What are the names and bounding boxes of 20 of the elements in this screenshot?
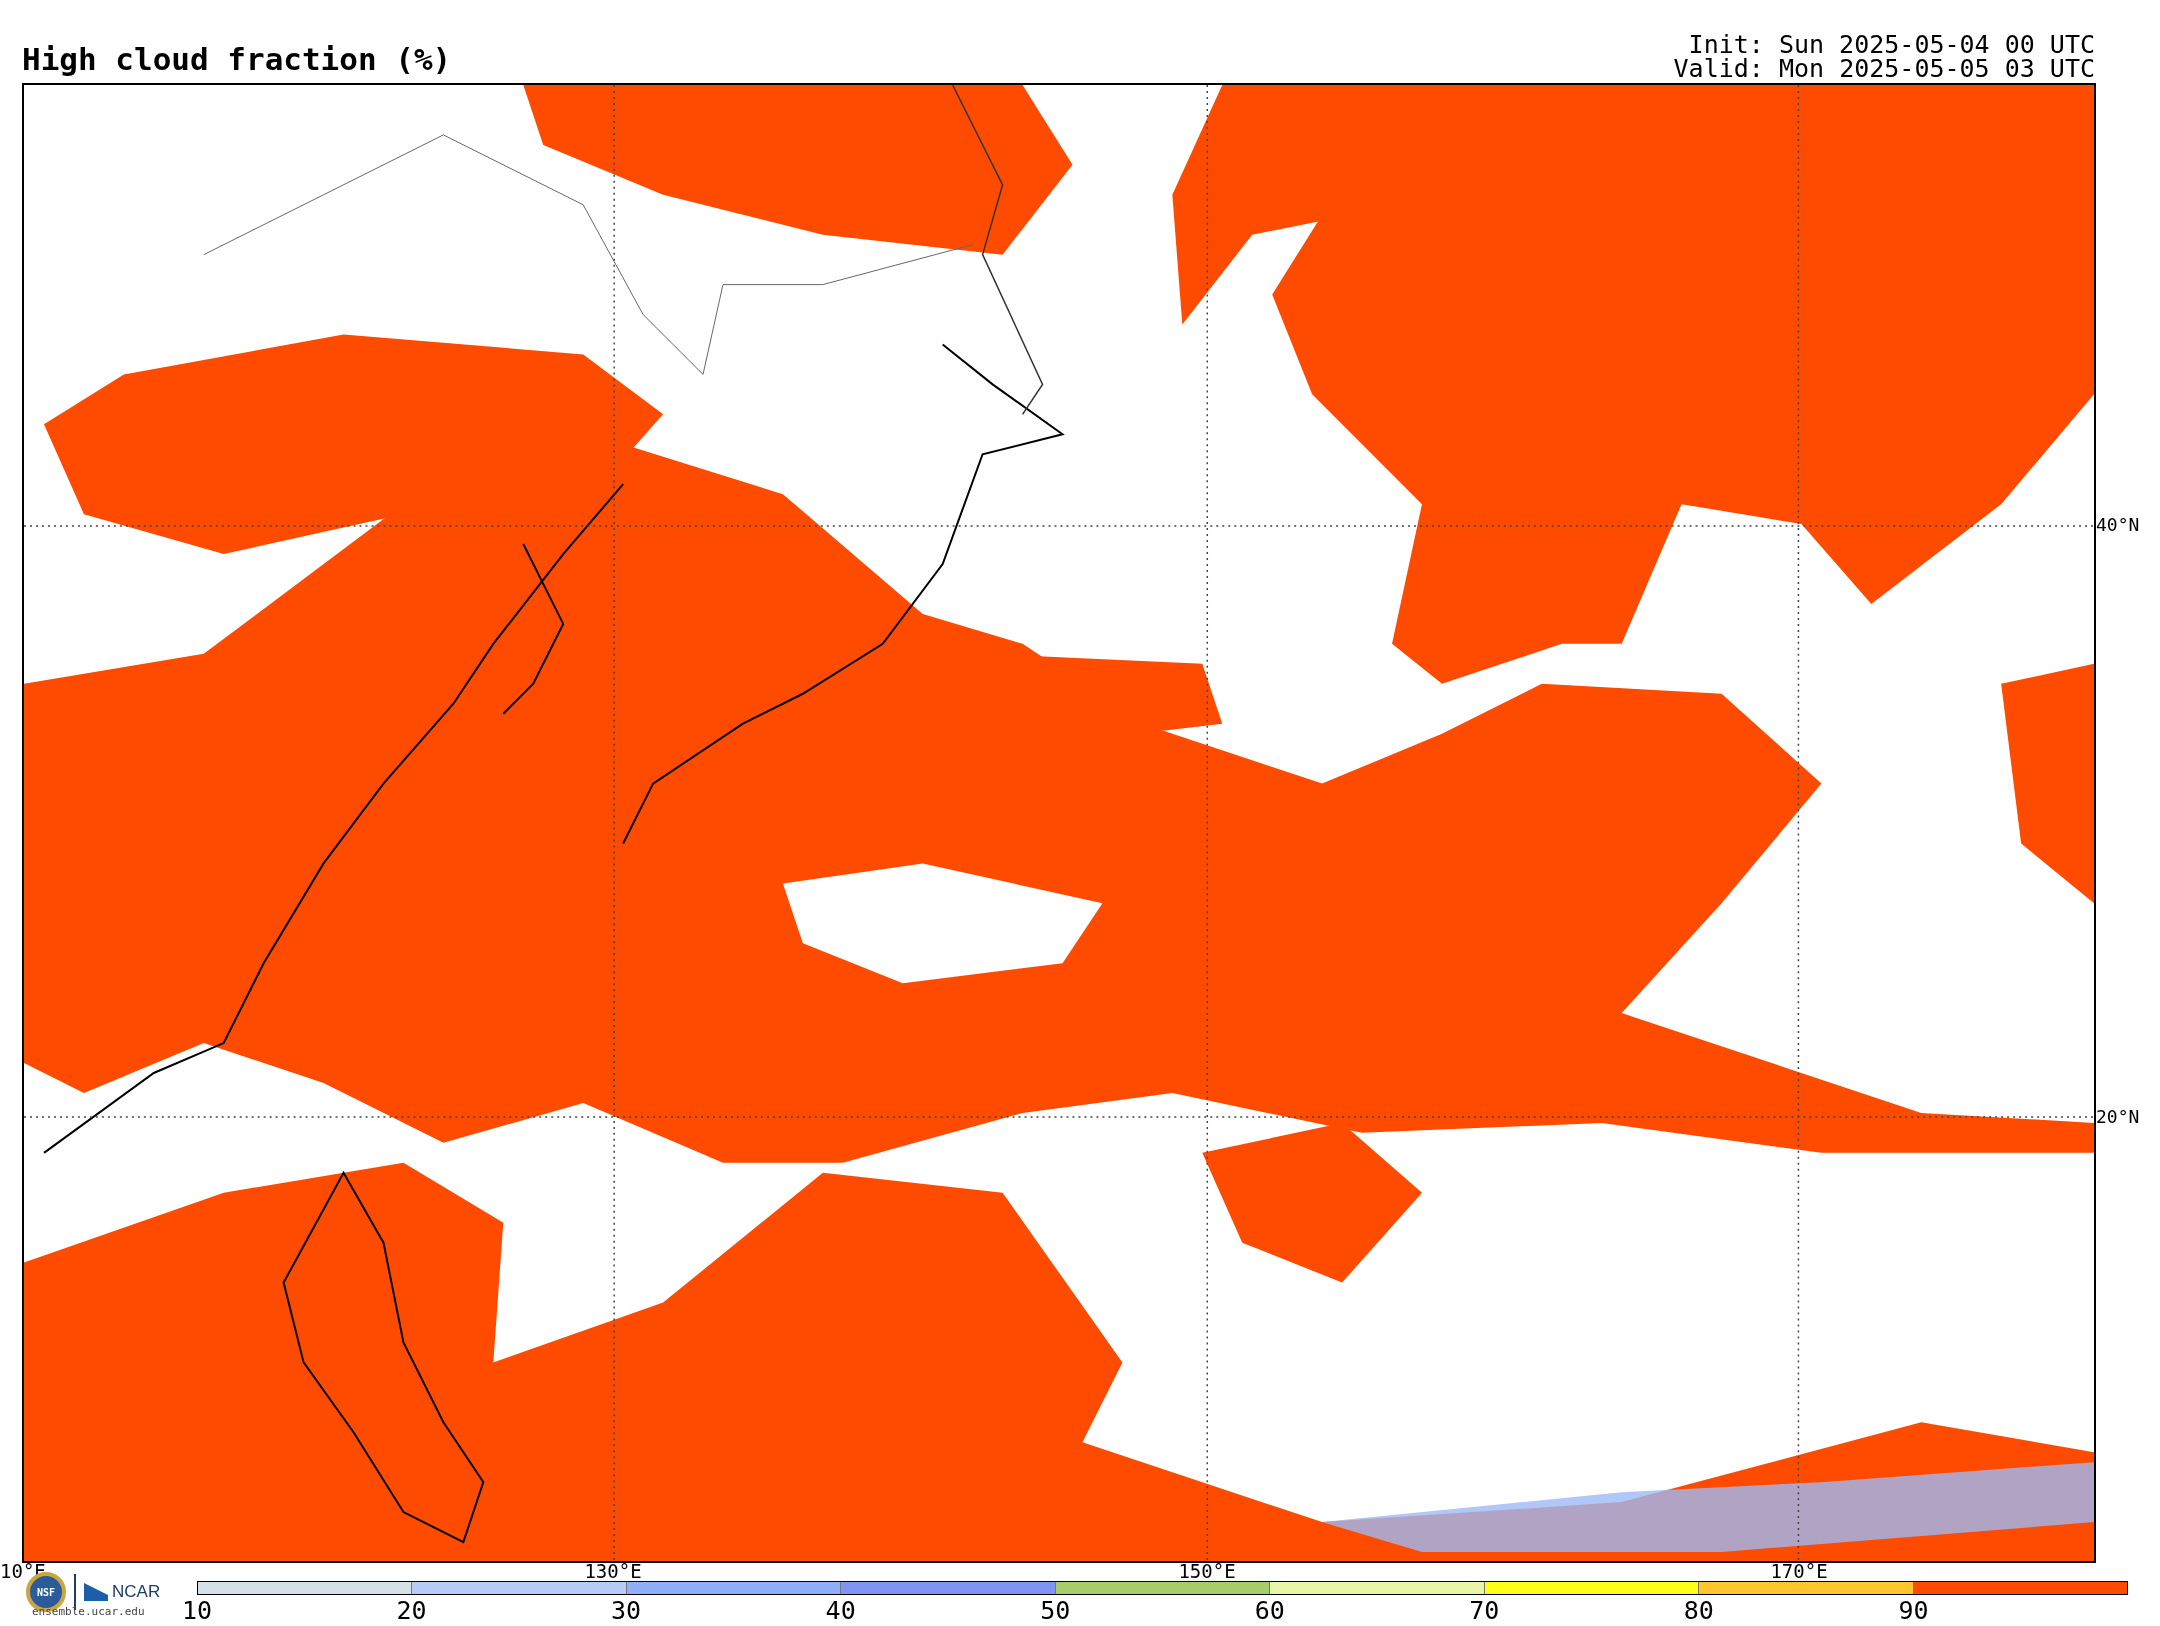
colorbar-tick-label: 10: [181, 1598, 213, 1623]
longitude-label: 170°E: [1770, 1562, 1828, 1581]
colorbar-tick-label: 40: [825, 1598, 856, 1623]
colorbar-tick-label: 70: [1469, 1598, 1500, 1623]
colorbar-tick-label: 80: [1683, 1598, 1714, 1623]
chart-title: High cloud fraction (%): [22, 44, 452, 75]
ncar-logo: NCAR: [84, 1579, 161, 1605]
latitude-label: 40°N: [2096, 516, 2140, 534]
latitude-label: 20°N: [2096, 1108, 2140, 1126]
colorbar-tick-label: 20: [396, 1598, 427, 1623]
wedge-icon: [84, 1583, 108, 1601]
init-time: Init: Sun 2025-05-04 00 UTC: [1688, 32, 2095, 57]
valid-time: Valid: Mon 2025-05-05 03 UTC: [1673, 56, 2095, 81]
colorbar-tick-label: 50: [1040, 1598, 1071, 1623]
site-url: ensemble.ucar.edu: [32, 1606, 145, 1617]
colorbar-tick-label: 90: [1898, 1598, 1929, 1623]
colorbar-tick-label: 30: [611, 1598, 642, 1623]
longitude-label: 130°E: [584, 1562, 642, 1581]
longitude-label: 150°E: [1178, 1562, 1236, 1581]
colorbar-tick-label: 60: [1254, 1598, 1285, 1623]
